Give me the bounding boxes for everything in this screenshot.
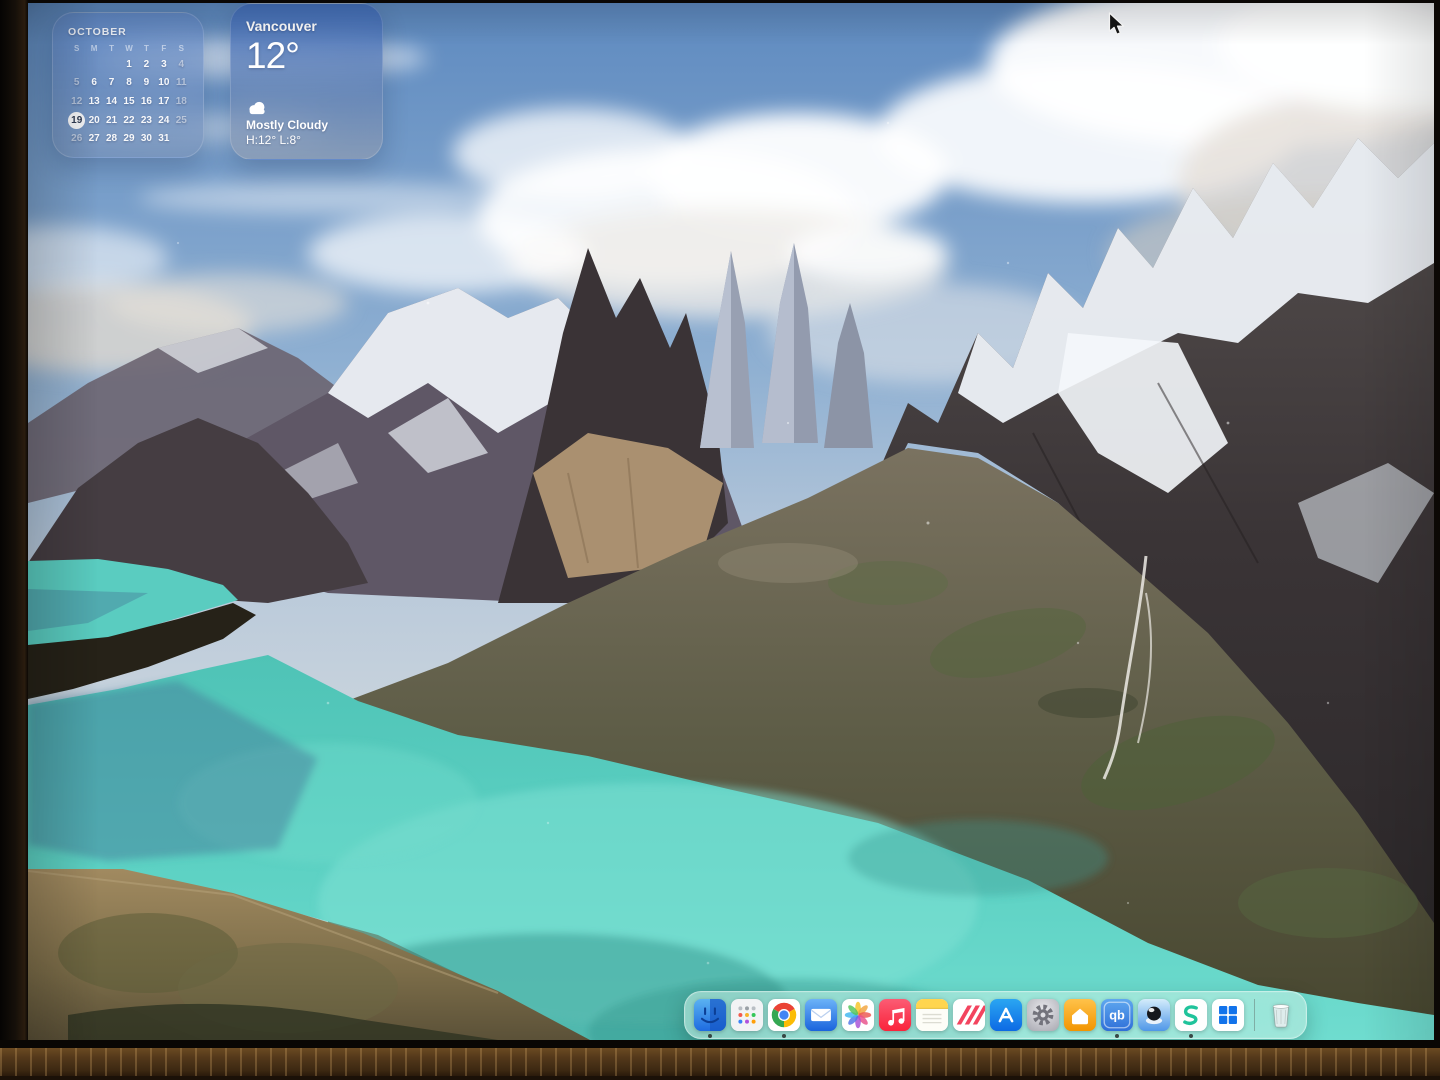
settings-app-icon[interactable] [1026,998,1060,1032]
weather-temperature: 12° [246,37,367,76]
calendar-date-cell: 21 [103,111,120,130]
calendar-date-cell: 26 [68,129,85,148]
trash-icon[interactable] [1264,998,1298,1032]
calendar-date-cell [85,55,102,74]
monitor-bezel-left [0,0,28,1080]
launchpad-app-icon[interactable] [730,998,764,1032]
dock: qb [684,991,1307,1039]
calendar-date-cell: 3 [155,55,172,74]
calendar-widget[interactable]: OCTOBER SMTWTFS 123456789101112131415161… [52,12,204,158]
calendar-date-cell: 31 [155,129,172,148]
finder-app-icon[interactable] [693,998,727,1032]
calendar-date-cell: 1 [120,55,137,74]
mostly-cloudy-icon [246,100,269,115]
appstore-app-icon[interactable] [989,998,1023,1032]
calendar-date-cell [173,129,190,148]
calendar-day-header: T [138,44,155,53]
monitor-bezel-gap [0,1040,1440,1048]
calendar-date-cell: 7 [103,74,120,93]
calendar-date-cell [68,55,85,74]
calendar-date-cell: 25 [173,111,190,130]
calendar-date-cell: 23 [138,111,155,130]
qbittorrent-app-icon[interactable]: qb [1100,998,1134,1032]
calendar-date-cell: 29 [120,129,137,148]
monitor-bezel-top [0,0,1440,3]
running-indicator-dot [708,1034,712,1038]
mail-app-icon[interactable] [804,998,838,1032]
surfshark-app-icon[interactable] [1174,998,1208,1032]
calendar-date-cell: 24 [155,111,172,130]
dock-divider [1254,999,1255,1031]
calendar-date-cell: 28 [103,129,120,148]
weather-city: Vancouver [246,18,367,34]
running-indicator-dot [782,1034,786,1038]
desktop-screen: OCTOBER SMTWTFS 123456789101112131415161… [28,3,1434,1040]
weather-widget[interactable]: Vancouver 12° Mostly Cloudy H:12° L:8° [230,3,383,160]
calendar-date-cell: 18 [173,92,190,111]
photos-app-icon[interactable] [841,998,875,1032]
calendar-month-title: OCTOBER [68,26,190,38]
windowsapp-app-icon[interactable] [1211,998,1245,1032]
svg-text:qb: qb [1109,1008,1125,1023]
calendar-date-cell: 22 [120,111,137,130]
calendar-day-header: W [120,44,137,53]
monitor-bezel-bottom-edge [0,1076,1440,1080]
calendar-day-header: S [173,44,190,53]
notes-app-icon[interactable] [915,998,949,1032]
calendar-date-cell: 5 [68,74,85,93]
calendar-date-cell [103,55,120,74]
calendar-date-grid: 1234567891011121314151617181920212223242… [68,55,190,148]
news-app-icon[interactable] [952,998,986,1032]
weather-high-low: H:12° L:8° [246,133,367,147]
calendar-day-header: F [155,44,172,53]
calendar-date-cell: 30 [138,129,155,148]
calendar-day-header: M [85,44,102,53]
calendar-date-cell: 27 [85,129,102,148]
calendar-selected-day: 19 [68,111,85,130]
running-indicator-dot [1189,1034,1193,1038]
calendar-date-cell: 6 [85,74,102,93]
calendar-date-cell: 16 [138,92,155,111]
chrome-app-icon[interactable] [767,998,801,1032]
calendar-date-cell: 14 [103,92,120,111]
calendar-date-cell: 10 [155,74,172,93]
calendar-date-cell: 13 [85,92,102,111]
calendar-date-cell: 11 [173,74,190,93]
calendar-day-headers: SMTWTFS [68,44,190,53]
running-indicator-dot [1115,1034,1119,1038]
calendar-day-header: S [68,44,85,53]
calendar-date-cell: 9 [138,74,155,93]
calendar-date-cell: 4 [173,55,190,74]
home-app-icon[interactable] [1063,998,1097,1032]
wallpaper-patagonia-mountain-lake [28,3,1434,1040]
music-app-icon[interactable] [878,998,912,1032]
monitor-bezel-bottom [0,1048,1440,1076]
calendar-date-cell: 17 [155,92,172,111]
calendar-date-cell: 20 [85,111,102,130]
calendar-date-cell: 2 [138,55,155,74]
calendar-date-cell: 12 [68,92,85,111]
cameraorb-app-icon[interactable] [1137,998,1171,1032]
calendar-date-cell: 15 [120,92,137,111]
monitor-bezel-right [1434,0,1440,1080]
calendar-day-header: T [103,44,120,53]
calendar-date-cell: 8 [120,74,137,93]
weather-condition: Mostly Cloudy [246,118,367,132]
